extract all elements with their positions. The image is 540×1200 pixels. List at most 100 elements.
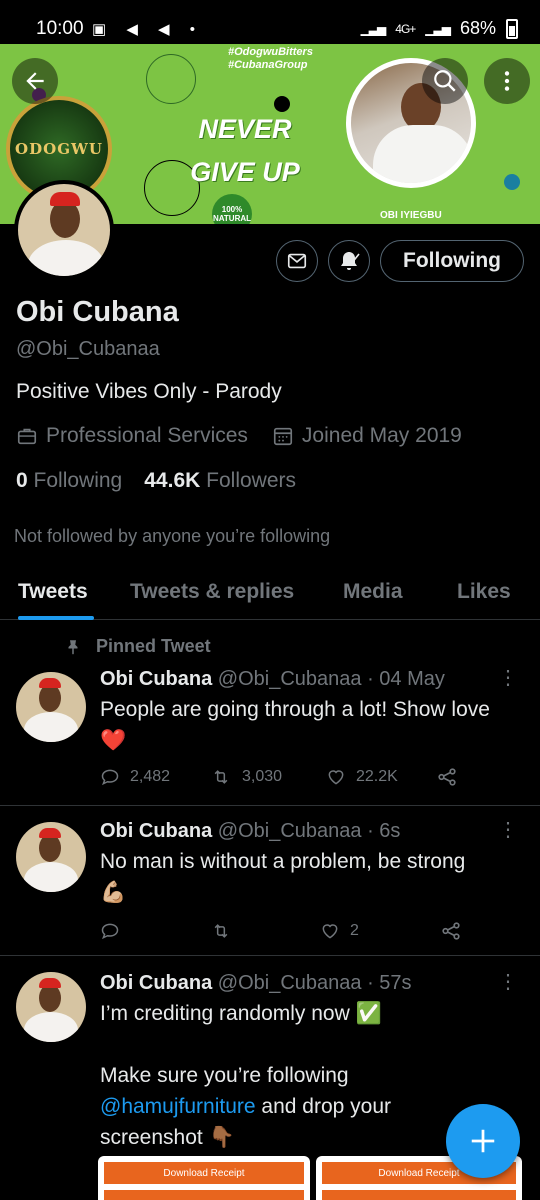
portrait-label: OBI IYIEGBU	[380, 210, 442, 221]
heart-icon	[322, 924, 338, 939]
compose-tweet-button[interactable]	[446, 1104, 520, 1178]
tweet-text: People are going through a lot! Show lov…	[100, 694, 510, 756]
banner-hashtag: #OdogwuBitters	[228, 46, 313, 58]
followers-count: 44.6K	[144, 469, 201, 492]
tweet-author[interactable]: Obi Cubana	[100, 972, 212, 994]
tweet-author[interactable]: Obi Cubana	[100, 668, 212, 690]
banner-hashtag: #CubanaGroup	[228, 59, 308, 71]
search-button[interactable]	[422, 58, 468, 104]
reply-icon	[101, 769, 119, 786]
reply-count: 2,482	[130, 768, 171, 785]
tweet-avatar[interactable]	[16, 672, 86, 742]
banner-headline-line: GIVE UP	[190, 157, 300, 187]
tweet-header: Obi Cubana @Obi_Cubanaa · 57s	[100, 972, 412, 995]
tab-indicator	[18, 616, 94, 620]
profile-bio: Positive Vibes Only - Parody	[16, 380, 282, 403]
tweet-body-line: I’m crediting randomly now ✅	[100, 1002, 382, 1025]
tweet-body-line: Make sure you’re following	[100, 1064, 349, 1087]
receipt-bar	[322, 1190, 516, 1200]
retweet-icon	[214, 770, 228, 784]
profile-tabs: Tweets Tweets & replies Media Likes	[0, 562, 540, 620]
mention-link[interactable]: @hamujfurniture	[100, 1095, 256, 1118]
signal-icon: ▁▃▅	[360, 21, 387, 36]
like-button[interactable]: 22.2K	[326, 767, 436, 787]
following-count-link[interactable]: 0 Following	[16, 469, 122, 493]
banner-headline: NEVER GIVE UP	[170, 108, 320, 194]
banner-headline-line: NEVER	[198, 114, 292, 144]
notification-icons: ▣ ◀ ◀ •	[92, 21, 203, 38]
status-right: ▁▃▅ 4G+ ▁▃▅ 68%	[361, 18, 518, 39]
tweet-body: People are going through a lot! Show lov…	[100, 698, 490, 721]
natural-badge: 100% NATURAL	[212, 194, 252, 224]
notifications-button[interactable]	[328, 240, 370, 282]
back-button[interactable]	[12, 58, 58, 104]
calendar-icon	[273, 427, 292, 446]
reply-icon	[101, 923, 119, 940]
tab-tweets-replies[interactable]: Tweets & replies	[130, 580, 294, 604]
tweet-header: Obi Cubana @Obi_Cubanaa · 04 May	[100, 668, 445, 691]
search-icon	[434, 70, 456, 92]
tab-likes[interactable]: Likes	[457, 580, 511, 604]
muscle-emoji: 💪🏼	[100, 881, 127, 904]
share-button[interactable]	[436, 766, 458, 788]
heart-emoji: ❤️	[100, 729, 127, 752]
tweet-actions: 2	[100, 920, 520, 942]
following-label: Following	[33, 469, 123, 492]
profile-category: Professional Services	[46, 424, 248, 447]
profile-meta: Professional Services Joined May 2019	[16, 424, 462, 448]
following-count: 0	[16, 469, 28, 492]
retweet-button[interactable]	[210, 921, 320, 941]
retweet-icon	[214, 924, 228, 938]
signal-icon-2: ▁▃▅	[425, 21, 451, 36]
mail-icon	[287, 253, 307, 269]
tweet-more-button[interactable]: ⋮	[498, 820, 518, 840]
tweet-body: No man is without a problem, be strong	[100, 850, 466, 873]
arrow-left-icon	[26, 72, 44, 90]
deco-circle	[504, 174, 520, 190]
retweet-count: 3,030	[242, 768, 283, 785]
tweet-author[interactable]: Obi Cubana	[100, 820, 212, 842]
tweet-more-button[interactable]: ⋮	[498, 972, 518, 992]
badge-natural: NATURAL	[212, 214, 252, 223]
reply-button[interactable]	[100, 921, 210, 941]
profile-handle: @Obi_Cubanaa	[16, 338, 160, 360]
not-followed-text: Not followed by anyone you’re following	[14, 526, 331, 546]
profile-joined: Joined May 2019	[301, 424, 462, 447]
followers-count-link[interactable]: 44.6K Followers	[144, 469, 296, 493]
display-name: Obi Cubana	[16, 296, 179, 328]
follow-counts: 0 Following 44.6K Followers	[16, 469, 296, 493]
tweet-handle-time: @Obi_Cubanaa · 57s	[217, 972, 412, 994]
like-count: 2	[350, 922, 359, 939]
share-button[interactable]	[440, 920, 462, 942]
deco-circle	[146, 54, 196, 104]
more-options-button[interactable]	[484, 58, 530, 104]
badge-percent: 100%	[221, 205, 243, 214]
banner-hashtags: #OdogwuBitters #CubanaGroup	[228, 46, 313, 72]
message-button[interactable]	[276, 240, 318, 282]
tab-media[interactable]: Media	[343, 580, 403, 604]
network-label: 4G+	[395, 21, 416, 36]
following-button[interactable]: Following	[380, 240, 524, 282]
share-icon	[438, 768, 456, 786]
avatar-body	[28, 240, 104, 276]
tweet[interactable]: Obi Cubana @Obi_Cubanaa · 6s ⋮ No man is…	[0, 806, 540, 956]
tweet-avatar[interactable]	[16, 972, 86, 1042]
odogwu-logo-text: ODOGWU	[15, 140, 103, 158]
receipt-bar	[104, 1190, 304, 1200]
plus-icon	[471, 1129, 495, 1153]
retweet-button[interactable]: 3,030	[210, 767, 326, 787]
like-button[interactable]: 2	[320, 921, 430, 941]
reply-button[interactable]: 2,482	[100, 767, 210, 787]
more-vertical-icon	[504, 71, 510, 91]
tweet-handle-time: @Obi_Cubanaa · 6s	[217, 820, 401, 842]
tweet-avatar[interactable]	[16, 822, 86, 892]
tab-tweets[interactable]: Tweets	[18, 580, 88, 604]
share-icon	[442, 922, 460, 940]
profile-avatar[interactable]	[14, 180, 114, 280]
tweet-more-button[interactable]: ⋮	[498, 668, 518, 688]
portrait-body	[373, 125, 471, 183]
battery-percent: 68%	[459, 18, 496, 38]
tweet[interactable]: Obi Cubana @Obi_Cubanaa · 04 May ⋮ Peopl…	[0, 622, 540, 806]
tweet-header: Obi Cubana @Obi_Cubanaa · 6s	[100, 820, 400, 843]
tweet-image[interactable]: Download Receipt	[98, 1156, 310, 1200]
